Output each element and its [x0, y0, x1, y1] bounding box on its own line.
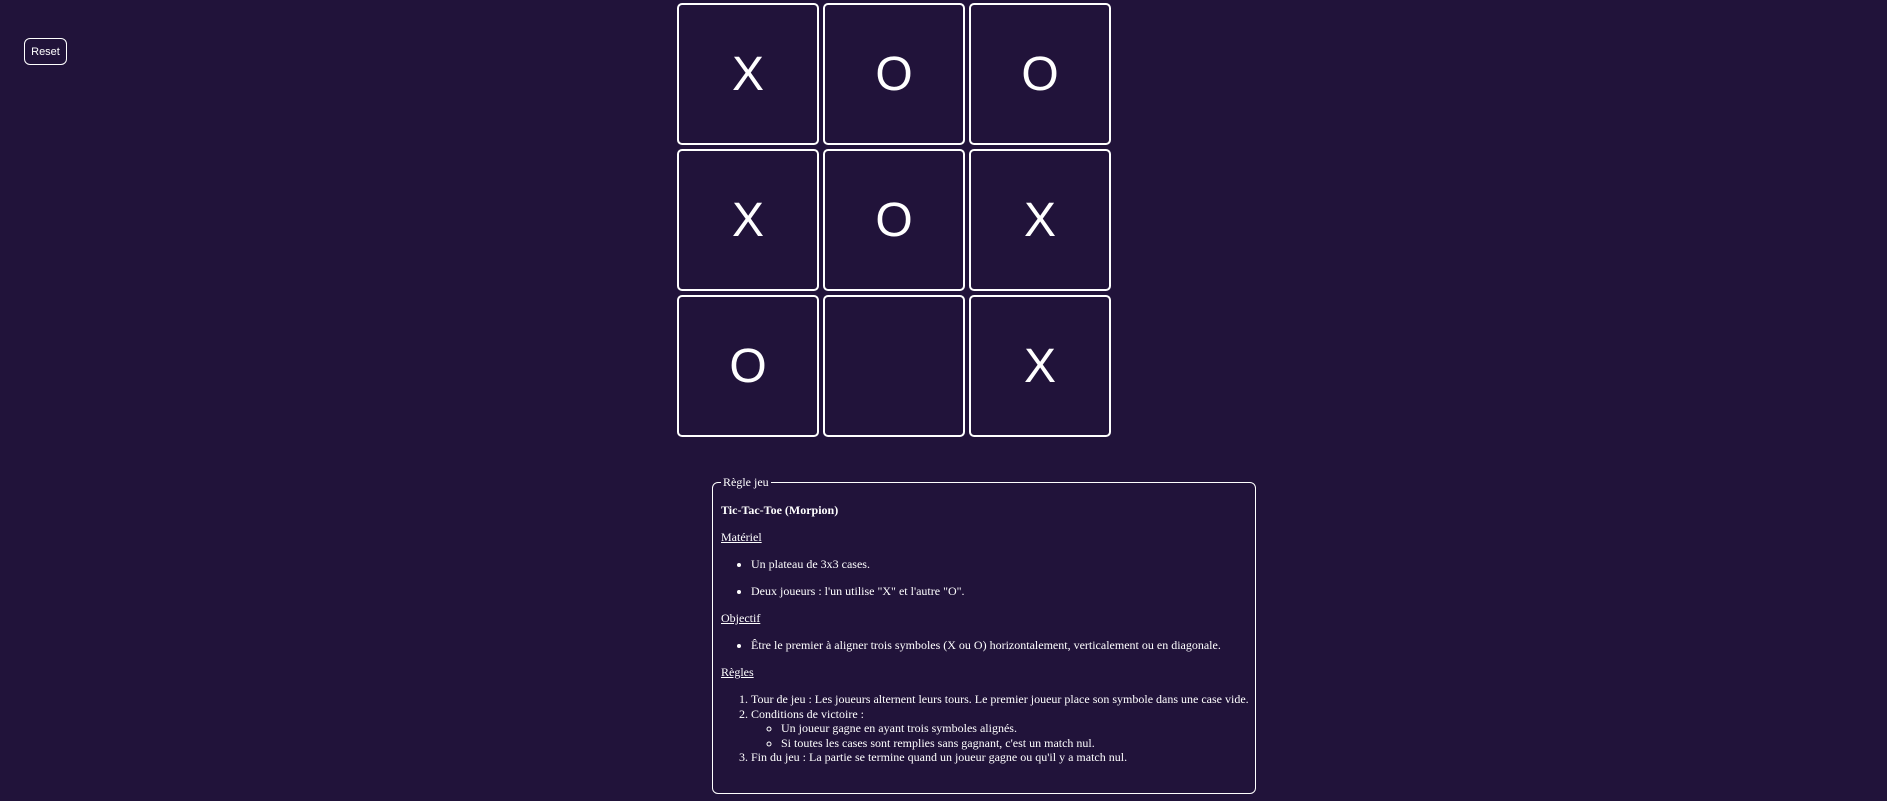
list-item: Tour de jeu : Les joueurs alternent leur…: [751, 692, 1255, 707]
objectif-list: Être le premier à aligner trois symboles…: [721, 638, 1255, 652]
reset-button[interactable]: Reset: [24, 38, 67, 65]
list-item: Un joueur gagne en ayant trois symboles …: [781, 721, 1255, 736]
regles-steps: Tour de jeu : Les joueurs alternent leur…: [721, 692, 1255, 765]
list-item: Un plateau de 3x3 cases.: [751, 557, 1255, 571]
list-item: Conditions de victoire : Un joueur gagne…: [751, 707, 1255, 751]
materiel-heading: Matériel: [721, 530, 762, 544]
board-cell-8[interactable]: [823, 295, 965, 437]
board-cell-9[interactable]: X: [969, 295, 1111, 437]
board-cell-3[interactable]: O: [969, 3, 1111, 145]
rules-panel: Règle jeu Tic-Tac-Toe (Morpion) Matériel…: [712, 475, 1256, 794]
list-item: Être le premier à aligner trois symboles…: [751, 638, 1255, 652]
objectif-heading: Objectif: [721, 611, 761, 625]
game-board: X O O X O X O X: [677, 3, 1111, 437]
board-cell-5[interactable]: O: [823, 149, 965, 291]
board-cell-4[interactable]: X: [677, 149, 819, 291]
list-item: Fin du jeu : La partie se termine quand …: [751, 750, 1255, 765]
rules-legend: Règle jeu: [723, 475, 769, 489]
board-cell-6[interactable]: X: [969, 149, 1111, 291]
board-cell-1[interactable]: X: [677, 3, 819, 145]
list-item: Deux joueurs : l'un utilise "X" et l'aut…: [751, 584, 1255, 598]
board-cell-7[interactable]: O: [677, 295, 819, 437]
board-cell-2[interactable]: O: [823, 3, 965, 145]
step-text: Tour de jeu : Les joueurs alternent leur…: [751, 692, 1249, 706]
list-item: Si toutes les cases sont remplies sans g…: [781, 736, 1255, 751]
materiel-list: Un plateau de 3x3 cases. Deux joueurs : …: [721, 557, 1255, 598]
step-text: Fin du jeu : La partie se termine quand …: [751, 750, 1128, 765]
step-text: Conditions de victoire :: [751, 706, 864, 721]
rules-title: Tic-Tac-Toe (Morpion): [721, 503, 839, 517]
victory-conditions-list: Un joueur gagne en ayant trois symboles …: [751, 721, 1255, 750]
regles-heading: Règles: [721, 665, 754, 679]
